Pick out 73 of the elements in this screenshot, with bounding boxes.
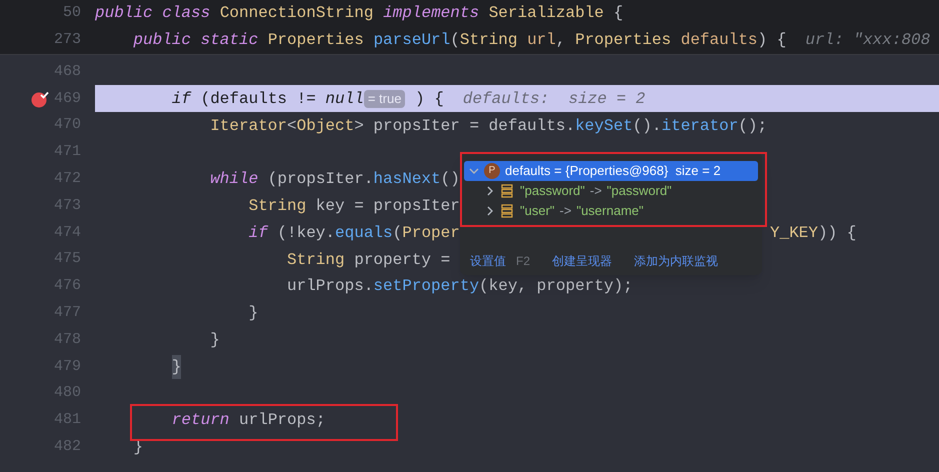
code-text: > propsIter = defaults. [354,116,576,137]
entry-key: "password" [520,181,585,201]
code-keyword: null [325,88,364,110]
code-text: < [287,116,297,137]
variable-label: defaults = {Properties@968} size = 2 [505,162,721,180]
code-text: )) { [818,222,856,244]
list-icon [500,204,514,218]
code-method: iterator [661,116,738,137]
line-number: 273 [54,30,81,50]
code-text: , [556,30,566,52]
matched-brace: } [172,354,182,379]
code-keyword: while [210,169,258,190]
code-text: (key, property); [479,276,633,298]
inline-value-hint: defaults: size = 2 [462,88,646,110]
code-text: } [210,330,220,351]
code-text: (). [632,116,662,137]
code-keyword: if [172,88,191,110]
code-method: setProperty [373,276,480,298]
code-type: Iterator [210,116,287,137]
tree-row[interactable]: P defaults = {Properties@968} size = 2 [464,161,758,181]
code-type: Properties [575,30,672,52]
code-keyword: if [248,222,268,244]
tree-row[interactable]: "password" -> "password" [464,181,758,201]
code-text: urlProps; [238,410,326,432]
code-type: Y_KEY [770,222,818,244]
code-type: ConnectionString [220,3,374,24]
code-method: keySet [575,116,633,137]
code-method: hasNext [373,169,441,190]
code-text: (defaults != [200,88,317,110]
code-parameter: defaults [680,30,758,52]
action-link[interactable]: 设置值 [470,252,506,270]
code-type: String [287,250,345,271]
code-type: Properties [268,30,365,52]
entry-key: "user" [520,201,555,221]
line-number: 50 [62,3,81,24]
code-type: Object [296,116,354,137]
object-badge: P [484,163,500,179]
entry-arrow: -> [560,202,572,220]
code-type: Serializable [488,3,605,24]
inline-value-chip: = true [364,90,406,108]
code-method: equals [335,222,393,244]
entry-arrow: -> [590,182,602,200]
code-type: String [248,196,306,217]
code-text: urlProps. [287,276,374,298]
code-type: Proper [402,222,460,244]
code-keyword: public static [133,30,260,52]
code-text: } [248,303,258,324]
code-text: { [614,3,624,24]
code-text: () [440,169,460,190]
code-parameter: url [527,30,556,52]
code-text: (); [738,116,768,137]
list-icon [500,184,514,198]
code-keyword: return [172,410,230,432]
tree-row[interactable]: "user" -> "username" [464,201,758,221]
entry-value: "username" [576,202,644,220]
code-text: ) { [414,88,444,110]
code-text: (propsIter. [266,169,374,190]
code-text: ( [450,30,460,52]
code-keyword: public class [95,3,212,24]
entry-value: "password" [606,182,672,200]
code-text: ( [392,222,402,244]
code-keyword: implements [383,3,480,24]
breakpoint-icon[interactable] [31,90,49,108]
code-text: (!key. [276,222,336,244]
action-link[interactable]: 创建呈现器 [552,252,612,270]
inline-value-hint: url: "xxx:808 [805,30,930,52]
code-type: String [460,30,518,52]
shortcut-label: F2 [516,253,530,270]
action-link[interactable]: 添加为内联监视 [634,252,718,270]
code-text: ) { [758,30,786,52]
code-text: property = [353,250,450,271]
code-text: key = propsIter [314,196,460,217]
code-method: parseUrl [373,30,450,52]
